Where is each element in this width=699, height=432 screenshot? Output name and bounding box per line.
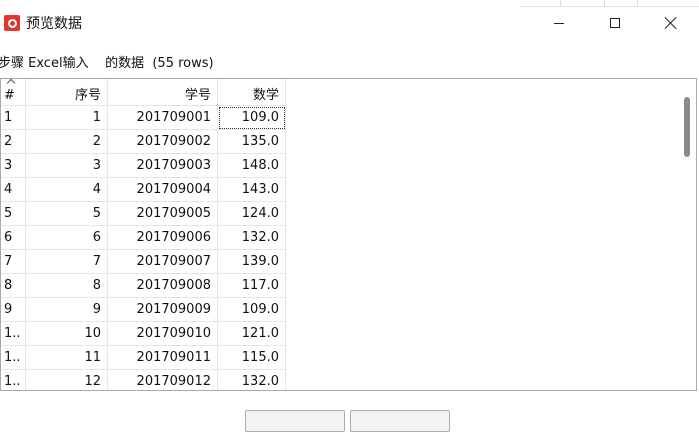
table-cell[interactable]: 201709006: [107, 225, 218, 250]
table-row[interactable]: 5 5 201709005 124.0: [1, 201, 286, 226]
column-header-student-id[interactable]: 学号: [107, 79, 218, 106]
table-row[interactable]: 4 4 201709004 143.0: [1, 177, 286, 202]
table-cell[interactable]: 2: [25, 129, 108, 154]
table-cell[interactable]: 132.0: [217, 225, 286, 250]
sort-ascending-icon: [6, 79, 16, 88]
row-number-cell[interactable]: 1..: [1, 321, 26, 346]
table-cell[interactable]: 115.0: [217, 345, 286, 370]
table-cell[interactable]: 109.0: [217, 297, 286, 322]
table-cell[interactable]: 1: [25, 105, 108, 130]
table-cell[interactable]: 148.0: [217, 153, 286, 178]
scrollbar-thumb[interactable]: [684, 97, 690, 157]
table-body: 1 1 201709001 109.0 2 2 201709002 135.0 3 3 201709…: [1, 105, 286, 390]
table-cell[interactable]: 201709005: [107, 201, 218, 226]
minimize-icon: [554, 22, 564, 24]
app-icon-glyph: [7, 18, 17, 28]
table-header-row: # 序号 学号 数学: [1, 79, 286, 106]
table-row[interactable]: 6 6 201709006 132.0: [1, 225, 286, 250]
table-cell[interactable]: 3: [25, 153, 108, 178]
table-cell[interactable]: 201709009: [107, 297, 218, 322]
table-cell[interactable]: 6: [25, 225, 108, 250]
row-number-cell[interactable]: 2: [1, 129, 26, 154]
data-table-frame[interactable]: # 序号 学号 数学 1 1 201709001 109.0 2 2 201709002 13…: [0, 78, 697, 391]
table-row[interactable]: 8 8 201709008 117.0: [1, 273, 286, 298]
row-number-cell[interactable]: 5: [1, 201, 26, 226]
table-row[interactable]: 2 2 201709002 135.0: [1, 129, 286, 154]
column-header-label: #: [4, 88, 15, 103]
footer-button-2[interactable]: [350, 410, 450, 432]
footer-button-1[interactable]: [245, 410, 345, 432]
table-cell[interactable]: 201709010: [107, 321, 218, 346]
table-row[interactable]: 1.. 10 201709010 121.0: [1, 321, 286, 346]
preview-subtitle: 步骤 Excel输入 的数据 (55 rows): [0, 56, 214, 71]
close-button[interactable]: [643, 0, 699, 46]
table-cell[interactable]: 139.0: [217, 249, 286, 274]
table-row[interactable]: 1.. 12 201709012 132.0: [1, 369, 286, 390]
table-row[interactable]: 9 9 201709009 109.0: [1, 297, 286, 322]
maximize-icon: [610, 18, 620, 28]
table-cell[interactable]: 201709001: [107, 105, 218, 130]
table-cell[interactable]: 201709007: [107, 249, 218, 274]
vertical-scrollbar[interactable]: [679, 79, 696, 390]
row-number-cell[interactable]: 4: [1, 177, 26, 202]
column-header-index[interactable]: #: [1, 79, 26, 106]
table-cell[interactable]: 9: [25, 297, 108, 322]
table-cell[interactable]: 201709002: [107, 129, 218, 154]
table-cell[interactable]: 143.0: [217, 177, 286, 202]
row-number-cell[interactable]: 1..: [1, 369, 26, 390]
table-cell[interactable]: 201709011: [107, 345, 218, 370]
app-icon: [4, 15, 20, 31]
table-cell[interactable]: 121.0: [217, 321, 286, 346]
data-table: # 序号 学号 数学 1 1 201709001 109.0 2 2 201709002 13…: [1, 79, 286, 390]
table-cell[interactable]: 117.0: [217, 273, 286, 298]
table-cell[interactable]: 11: [25, 345, 108, 370]
column-header-math[interactable]: 数学: [217, 79, 286, 106]
row-number-cell[interactable]: 8: [1, 273, 26, 298]
table-cell[interactable]: 10: [25, 321, 108, 346]
column-header-seq[interactable]: 序号: [25, 79, 108, 106]
table-cell[interactable]: 135.0: [217, 129, 286, 154]
maximize-button[interactable]: [587, 0, 643, 46]
table-row[interactable]: 7 7 201709007 139.0: [1, 249, 286, 274]
row-number-cell[interactable]: 1: [1, 105, 26, 130]
row-number-cell[interactable]: 1..: [1, 345, 26, 370]
table-cell[interactable]: 12: [25, 369, 108, 390]
window-title-bar: 预览数据: [0, 0, 699, 46]
table-cell[interactable]: 201709008: [107, 273, 218, 298]
close-icon: [665, 17, 677, 29]
table-row[interactable]: 1 1 201709001 109.0: [1, 105, 286, 130]
table-cell[interactable]: 5: [25, 201, 108, 226]
table-cell[interactable]: 201709012: [107, 369, 218, 390]
row-number-cell[interactable]: 9: [1, 297, 26, 322]
table-cell[interactable]: 8: [25, 273, 108, 298]
table-cell[interactable]: 124.0: [217, 201, 286, 226]
table-row[interactable]: 3 3 201709003 148.0: [1, 153, 286, 178]
window-title: 预览数据: [26, 16, 82, 32]
table-cell[interactable]: 4: [25, 177, 108, 202]
table-cell[interactable]: 201709004: [107, 177, 218, 202]
row-number-cell[interactable]: 7: [1, 249, 26, 274]
table-cell[interactable]: 109.0: [217, 105, 286, 130]
table-cell[interactable]: 7: [25, 249, 108, 274]
row-number-cell[interactable]: 3: [1, 153, 26, 178]
table-cell[interactable]: 201709003: [107, 153, 218, 178]
table-row[interactable]: 1.. 11 201709011 115.0: [1, 345, 286, 370]
table-cell[interactable]: 132.0: [217, 369, 286, 390]
row-number-cell[interactable]: 6: [1, 225, 26, 250]
minimize-button[interactable]: [531, 0, 587, 46]
